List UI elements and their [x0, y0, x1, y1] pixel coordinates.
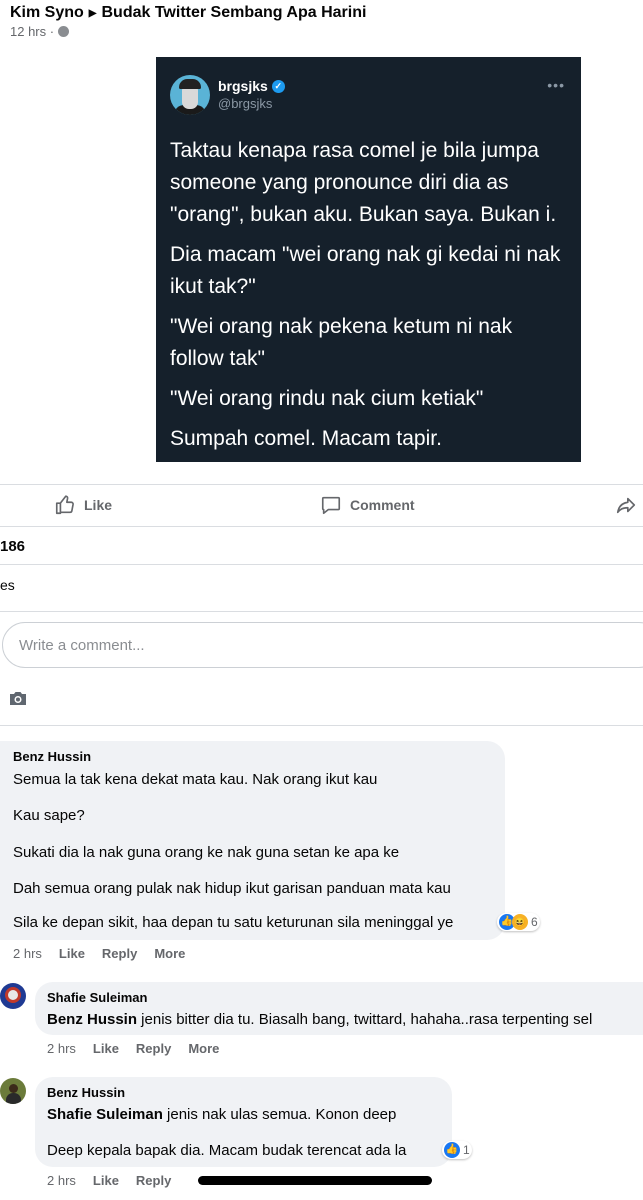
tweet-handle: @brgsjks — [218, 96, 273, 111]
comment-text-line: Dah semua orang pulak nak hidup ikut gar… — [13, 880, 451, 897]
camera-icon[interactable] — [8, 690, 28, 711]
mention-tag[interactable]: Shafie Suleiman — [47, 1106, 163, 1123]
globe-icon — [58, 26, 70, 37]
comment-like-button[interactable]: Like — [93, 1173, 119, 1188]
comment-text-line: Deep kepala bapak dia. Macam budak teren… — [47, 1142, 407, 1159]
comment-reactions[interactable]: 👍 1 — [442, 1141, 472, 1159]
divider — [0, 725, 643, 726]
comment-text-line: Sila ke depan sikit, haa depan tu satu k… — [13, 914, 454, 931]
comment-actions: 2 hrs Like Reply — [47, 1173, 188, 1188]
like-button[interactable]: Like — [54, 494, 112, 516]
haha-reaction-icon: 😆 — [512, 914, 528, 930]
comment-actions: 2 hrs Like Reply More — [13, 946, 202, 961]
reaction-count[interactable]: 186 — [0, 538, 25, 555]
comment-time[interactable]: 2 hrs — [13, 946, 42, 961]
tweet-text: Taktau kenapa rasa comel je bila jumpa s… — [170, 135, 570, 463]
comment-label: Comment — [350, 497, 415, 513]
comment-author[interactable]: Benz Hussin — [13, 749, 91, 764]
reaction-count: 1 — [463, 1143, 470, 1157]
post-time[interactable]: 12 hrs · — [10, 24, 54, 39]
arrow-right-icon: ▶ — [88, 7, 97, 19]
comment-input[interactable] — [3, 623, 643, 667]
tweet-paragraph: "Wei orang nak pekena ketum ni nak follo… — [170, 315, 513, 370]
divider — [0, 526, 643, 527]
tweet-paragraph: "Wei orang rindu nak cium ketiak" — [170, 387, 484, 410]
comment-text: jenis nak ulas semua. Konon deep — [162, 1106, 397, 1123]
comment-button[interactable]: Comment — [320, 494, 415, 516]
mention-tag[interactable]: Benz Hussin — [47, 1011, 137, 1028]
tweet-image[interactable]: brgsjks ✓ @brgsjks ••• Taktau kenapa ras… — [156, 57, 581, 462]
like-reaction-icon: 👍 — [444, 1142, 460, 1158]
share-icon — [616, 497, 636, 514]
divider — [0, 611, 643, 612]
verified-icon: ✓ — [271, 79, 285, 93]
tweet-author-label: brgsjks — [218, 78, 268, 94]
more-icon: ••• — [547, 77, 565, 93]
comment-icon — [321, 496, 341, 515]
like-label: Like — [84, 497, 113, 513]
comment-actions: 2 hrs Like Reply More — [47, 1041, 236, 1056]
avatar[interactable] — [0, 1078, 26, 1104]
comment-reactions[interactable]: 👍 😆 6 — [497, 913, 540, 931]
reaction-count: 6 — [531, 915, 538, 929]
comment-reply-button[interactable]: Reply — [136, 1041, 171, 1056]
action-bar: Like Comment — [0, 486, 643, 526]
comment-bubble: Benz Hussin Shafie Suleiman jenis nak ul… — [35, 1077, 452, 1167]
tweet-paragraph: Sumpah comel. Macam tapir. — [170, 427, 442, 450]
comment-box[interactable] — [2, 622, 643, 668]
tweet-paragraph: Dia macam "wei orang nak gi kedai ni nak… — [170, 243, 561, 298]
author-name[interactable]: Kim Syno — [10, 4, 84, 22]
group-name[interactable]: Budak Twitter Sembang Apa Harini — [102, 4, 367, 22]
tweet-paragraph: Taktau kenapa rasa comel je bila jumpa s… — [170, 139, 557, 226]
post-header: Kim Syno ▶ Budak Twitter Sembang Apa Har… — [10, 4, 366, 39]
comment-like-button[interactable]: Like — [59, 946, 85, 961]
comment-text: jenis bitter dia tu. Biasalh bang, twitt… — [137, 1011, 593, 1028]
comment-author[interactable]: Benz Hussin — [47, 1085, 125, 1100]
post-title: Kim Syno ▶ Budak Twitter Sembang Apa Har… — [10, 4, 366, 22]
seen-by[interactable]: es — [0, 577, 15, 593]
redaction-bar — [198, 1176, 432, 1185]
avatar[interactable] — [0, 983, 26, 1009]
comment-bubble: Shafie Suleiman Benz Hussin jenis bitter… — [35, 982, 643, 1035]
comment-text-line: Sukati dia la nak guna orang ke nak guna… — [13, 844, 400, 861]
post-meta: 12 hrs · — [10, 24, 366, 39]
comment-more-button[interactable]: More — [188, 1041, 219, 1056]
comment-text-line: Semua la tak kena dekat mata kau. Nak or… — [13, 771, 378, 788]
divider — [0, 564, 643, 565]
comment-reply-button[interactable]: Reply — [136, 1173, 171, 1188]
comment-text-line: Kau sape? — [13, 807, 85, 824]
comment-time[interactable]: 2 hrs — [47, 1173, 76, 1188]
share-button[interactable] — [614, 494, 638, 516]
comment-author[interactable]: Shafie Suleiman — [47, 990, 147, 1005]
comment-like-button[interactable]: Like — [93, 1041, 119, 1056]
comment-text-line: Benz Hussin jenis bitter dia tu. Biasalh… — [47, 1010, 592, 1029]
comment-reply-button[interactable]: Reply — [102, 946, 137, 961]
tweet-avatar — [170, 75, 210, 115]
divider — [0, 484, 643, 485]
thumbs-up-icon — [55, 495, 74, 515]
comment-bubble: Benz Hussin Semua la tak kena dekat mata… — [0, 741, 505, 940]
comment-text-line: Shafie Suleiman jenis nak ulas semua. Ko… — [47, 1105, 396, 1124]
tweet-author-name: brgsjks ✓ — [218, 78, 285, 94]
comment-more-button[interactable]: More — [154, 946, 185, 961]
comment-time[interactable]: 2 hrs — [47, 1041, 76, 1056]
